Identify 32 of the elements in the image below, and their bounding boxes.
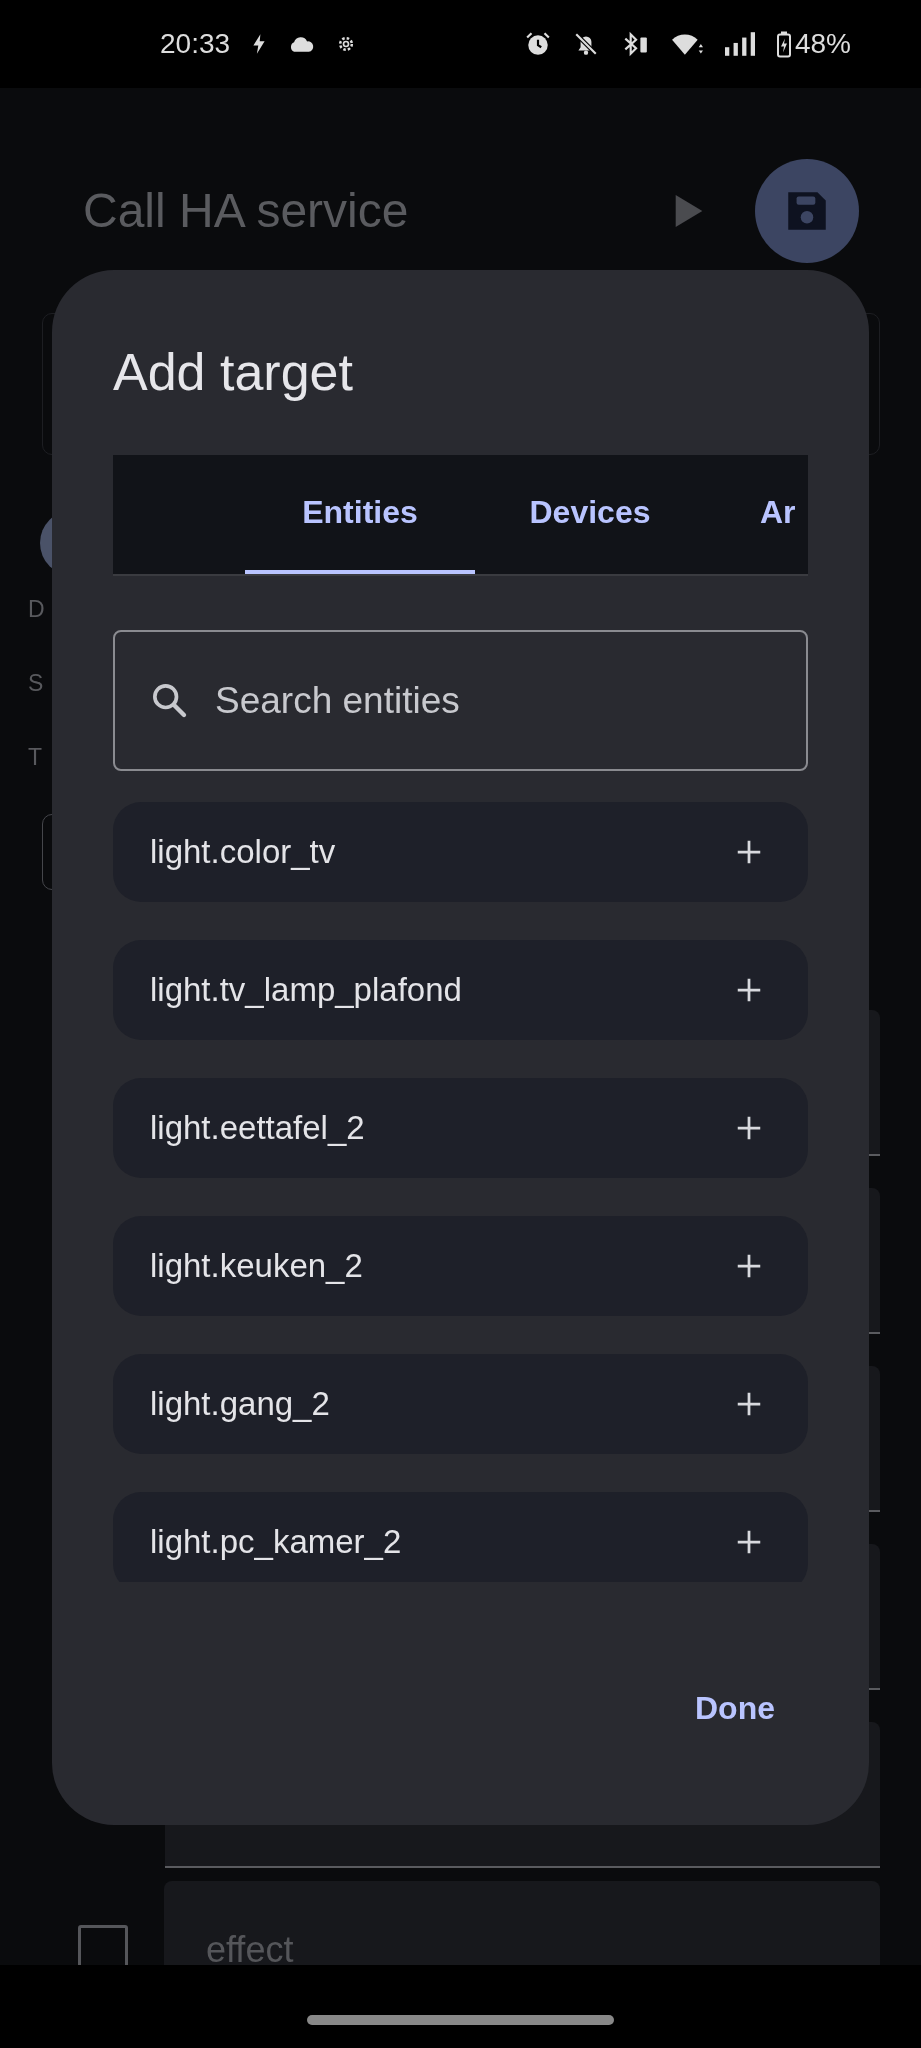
entity-item[interactable]: light.keuken_2	[113, 1216, 808, 1316]
entity-name: light.keuken_2	[150, 1247, 363, 1285]
bell-off-icon	[572, 31, 599, 57]
entity-name: light.pc_kamer_2	[150, 1523, 402, 1561]
home-handle[interactable]	[307, 2014, 614, 2025]
form-label: T	[28, 743, 43, 772]
tab[interactable]: Entities	[245, 455, 475, 574]
screen-title: Call HA service	[83, 183, 410, 238]
entity-item[interactable]: light.pc_kamer_2	[113, 1492, 808, 1582]
tab[interactable]: Devices	[475, 455, 705, 574]
battery-percent: 48%	[794, 28, 851, 60]
search-field[interactable]: Search entities	[113, 630, 808, 771]
entity-item[interactable]: light.color_tv	[113, 802, 808, 902]
form-label: S	[28, 669, 44, 698]
cloud-icon	[288, 36, 315, 52]
entity-item[interactable]: light.gang_2	[113, 1354, 808, 1454]
signal-icon	[724, 32, 755, 56]
form-label: D	[28, 595, 45, 624]
entity-name: light.gang_2	[150, 1385, 330, 1423]
entity-name: light.eettafel_2	[150, 1109, 365, 1147]
entity-name: light.tv_lamp_plafond	[150, 971, 462, 1009]
dialog-title: Add target	[113, 342, 354, 402]
alarm-icon	[524, 31, 551, 57]
entity-item[interactable]: light.eettafel_2	[113, 1078, 808, 1178]
wifi-icon	[670, 31, 703, 57]
status-time: 20:33	[160, 28, 231, 60]
entity-name: light.color_tv	[150, 833, 336, 871]
battery-icon	[776, 30, 791, 58]
tab[interactable]: Ar	[705, 455, 798, 574]
bolt-icon	[252, 34, 267, 54]
entity-item[interactable]: light.tv_lamp_plafond	[113, 940, 808, 1040]
done-button[interactable]: Done	[662, 1682, 808, 1735]
